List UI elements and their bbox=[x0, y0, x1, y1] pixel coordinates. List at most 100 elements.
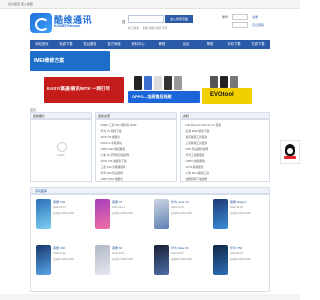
banner-text: EVOtool bbox=[210, 92, 234, 98]
logo-icon bbox=[30, 13, 52, 33]
list-item[interactable]: · 华为 P20 售后固件 bbox=[99, 171, 175, 175]
docs-header: 资料 bbox=[180, 112, 270, 119]
top-links[interactable]: 设为首页 加入收藏 bbox=[8, 2, 33, 6]
card-spec: 分辨率 2400×1080 bbox=[171, 258, 192, 261]
promo-banner[interactable]: EVOtool bbox=[202, 88, 252, 104]
list-item[interactable]: · VIVO Y5 线刷包 bbox=[99, 135, 175, 139]
register-link[interactable]: 注册 bbox=[252, 15, 258, 19]
card-title[interactable]: 荣耀 X40 bbox=[53, 200, 65, 204]
nav-item[interactable]: 手机下载 bbox=[222, 40, 246, 49]
latest-resources-header: 最新资源 bbox=[95, 112, 177, 119]
card-date: 2022-10-11 bbox=[112, 252, 125, 255]
phone-card[interactable]: 荣耀 X30 2022-11-20 分辨率 2400×1080 bbox=[34, 244, 91, 289]
card-date: 2023-01-19 bbox=[171, 206, 184, 209]
phone-card[interactable]: 荣耀 70 2023-02-14 分辨率 2400×1080 bbox=[93, 198, 150, 243]
username-field[interactable] bbox=[232, 14, 248, 20]
list-item[interactable]: · 三星解锁工具更新 bbox=[184, 141, 268, 145]
gallery-header: 手机图库 bbox=[30, 187, 270, 194]
list-item[interactable]: · 三星 S10 全网通固件 bbox=[99, 165, 175, 169]
card-spec: 分辨率 2400×1080 bbox=[230, 258, 251, 261]
latest-images-panel[interactable]: 100% bbox=[30, 119, 92, 182]
nav-item[interactable]: 网站首页 bbox=[30, 40, 54, 49]
phone-card[interactable]: 荣耀 Magic4 2022-12-05 分辨率 2400×1080 bbox=[211, 198, 268, 243]
card-title[interactable]: 荣耀 70 bbox=[112, 200, 122, 204]
card-title[interactable]: 荣耀 Magic4 bbox=[230, 200, 247, 204]
site-logo[interactable]: 酷维通讯 KUWEITelecom bbox=[30, 12, 100, 34]
promo-banner[interactable]: EASY/高通/展讯/MTK 一网打尽 bbox=[44, 77, 124, 103]
card-spec: 分辨率 2400×1080 bbox=[53, 258, 74, 261]
phone-image bbox=[154, 199, 169, 229]
list-item[interactable]: · MTK 售后刷机说明 bbox=[184, 147, 268, 151]
list-item[interactable]: · 小米 10 至尊纪念版固件 bbox=[99, 153, 175, 157]
phone-image bbox=[95, 199, 110, 229]
banner-text: OPPO—加高售后线刷 bbox=[132, 94, 172, 99]
hot-keywords[interactable]: 热门搜索： 刷机 解锁 线刷 字库 bbox=[128, 26, 167, 30]
card-title[interactable]: 华为 nova 10 bbox=[171, 200, 189, 204]
card-title[interactable]: 荣耀 X30 bbox=[53, 246, 65, 250]
nav-item[interactable]: 售后服务 bbox=[78, 40, 102, 49]
nav-item[interactable]: 官方商城 bbox=[102, 40, 126, 49]
card-title[interactable]: 荣耀 60 bbox=[112, 246, 122, 250]
nav-item[interactable]: 免费下载 bbox=[54, 40, 78, 49]
phone-image bbox=[213, 199, 228, 229]
card-title[interactable]: 华为 P50 bbox=[230, 246, 242, 250]
list-item[interactable]: · 展讯刷机工具更新 bbox=[184, 135, 268, 139]
card-spec: 分辨率 2400×1080 bbox=[171, 212, 192, 215]
card-spec: 分辨率 2400×1080 bbox=[112, 212, 133, 215]
phone-card[interactable]: 荣耀 60 2022-10-11 分辨率 2400×1080 bbox=[93, 244, 150, 289]
search-input[interactable] bbox=[128, 15, 164, 23]
card-date: 2023-03-21 bbox=[53, 206, 66, 209]
list-item[interactable]: · 线刷固件下载说明 bbox=[184, 177, 268, 181]
phone-image bbox=[36, 245, 51, 275]
banner-text: IMEI维修方案 bbox=[34, 58, 65, 64]
list-item[interactable]: · OPPO 线刷帮助 bbox=[184, 159, 268, 163]
card-date: 2022-09-07 bbox=[171, 252, 184, 255]
list-item[interactable]: · 华为 Y6 固件下载 bbox=[99, 129, 175, 133]
nav-item[interactable]: 资料中心 bbox=[126, 40, 150, 49]
list-item[interactable]: · OPPO A93 刷机教程 bbox=[99, 147, 175, 151]
loading-icon bbox=[57, 142, 67, 152]
qq-chat-widget[interactable] bbox=[280, 140, 300, 164]
nav-item[interactable]: 论坛 bbox=[174, 40, 198, 49]
phone-image bbox=[154, 245, 169, 275]
card-spec: 分辨率 2400×1080 bbox=[53, 212, 74, 215]
list-item[interactable]: · OPPO R15 线刷包 bbox=[99, 177, 175, 181]
footer bbox=[0, 294, 300, 300]
phone-image bbox=[36, 199, 51, 229]
banner-phones bbox=[210, 76, 250, 88]
promo-banner[interactable]: IMEI维修方案 bbox=[30, 51, 110, 71]
search-button[interactable]: 进入搜索页面 bbox=[165, 15, 193, 23]
card-date: 2022-08-18 bbox=[230, 252, 243, 255]
banner-text: EASY/高通/展讯/MTK 一网打尽 bbox=[47, 86, 111, 91]
nav-item[interactable]: 付费下载 bbox=[246, 40, 270, 49]
promo-banner[interactable]: OPPO—加高售后线刷 bbox=[128, 91, 200, 103]
list-item[interactable]: · P40 Pro 手机驱动 bbox=[99, 141, 175, 145]
card-title[interactable]: 华为 Mate 50 bbox=[171, 246, 189, 250]
load-percent: 100% bbox=[57, 153, 65, 157]
phone-card[interactable]: 华为 Mate 50 2022-09-07 分辨率 2400×1080 bbox=[152, 244, 209, 289]
list-item[interactable]: · VIVO 解锁服务 bbox=[184, 165, 268, 169]
phone-card[interactable]: 荣耀 X40 2023-03-21 分辨率 2400×1080 bbox=[34, 198, 91, 243]
nav-item[interactable]: 帮助 bbox=[198, 40, 222, 49]
top-bar: 设为首页 加入收藏 bbox=[0, 0, 300, 9]
search-label: 搜 bbox=[122, 20, 126, 24]
card-spec: 分辨率 2400×1080 bbox=[230, 212, 251, 215]
phone-card[interactable]: 华为 nova 10 2023-01-19 分辨率 2400×1080 bbox=[152, 198, 209, 243]
list-item[interactable]: · X2007 三星 S5U 刷机包 ROM bbox=[99, 123, 175, 127]
main-nav: 网站首页 免费下载 售后服务 官方商城 资料中心 教程 论坛 帮助 手机下载 付… bbox=[30, 40, 270, 49]
phone-image bbox=[213, 245, 228, 275]
banner-phones bbox=[132, 76, 198, 90]
list-item[interactable]: · 高通 9008 驱动下载 bbox=[184, 129, 268, 133]
list-item[interactable]: · 华为工具箱更新 bbox=[184, 153, 268, 157]
forgot-password-link[interactable]: 忘记密码 bbox=[252, 23, 264, 27]
list-item[interactable]: · VIVO Y31 线刷包下载 bbox=[99, 159, 175, 163]
login-label: 账号 bbox=[222, 15, 229, 19]
logo-subtitle: KUWEITelecom bbox=[54, 24, 81, 28]
phone-card[interactable]: 华为 P50 2022-08-18 分辨率 2400×1080 bbox=[211, 244, 268, 289]
list-item[interactable]: · 小米 MIUI 刷机工具 bbox=[184, 171, 268, 175]
docs-panel: · HW Remove Tool V1.1.6 更新 · 高通 9008 驱动下… bbox=[180, 119, 270, 182]
list-item[interactable]: · HW Remove Tool V1.1.6 更新 bbox=[184, 123, 268, 127]
phone-image bbox=[95, 245, 110, 275]
nav-item[interactable]: 教程 bbox=[150, 40, 174, 49]
password-field[interactable] bbox=[232, 22, 248, 28]
